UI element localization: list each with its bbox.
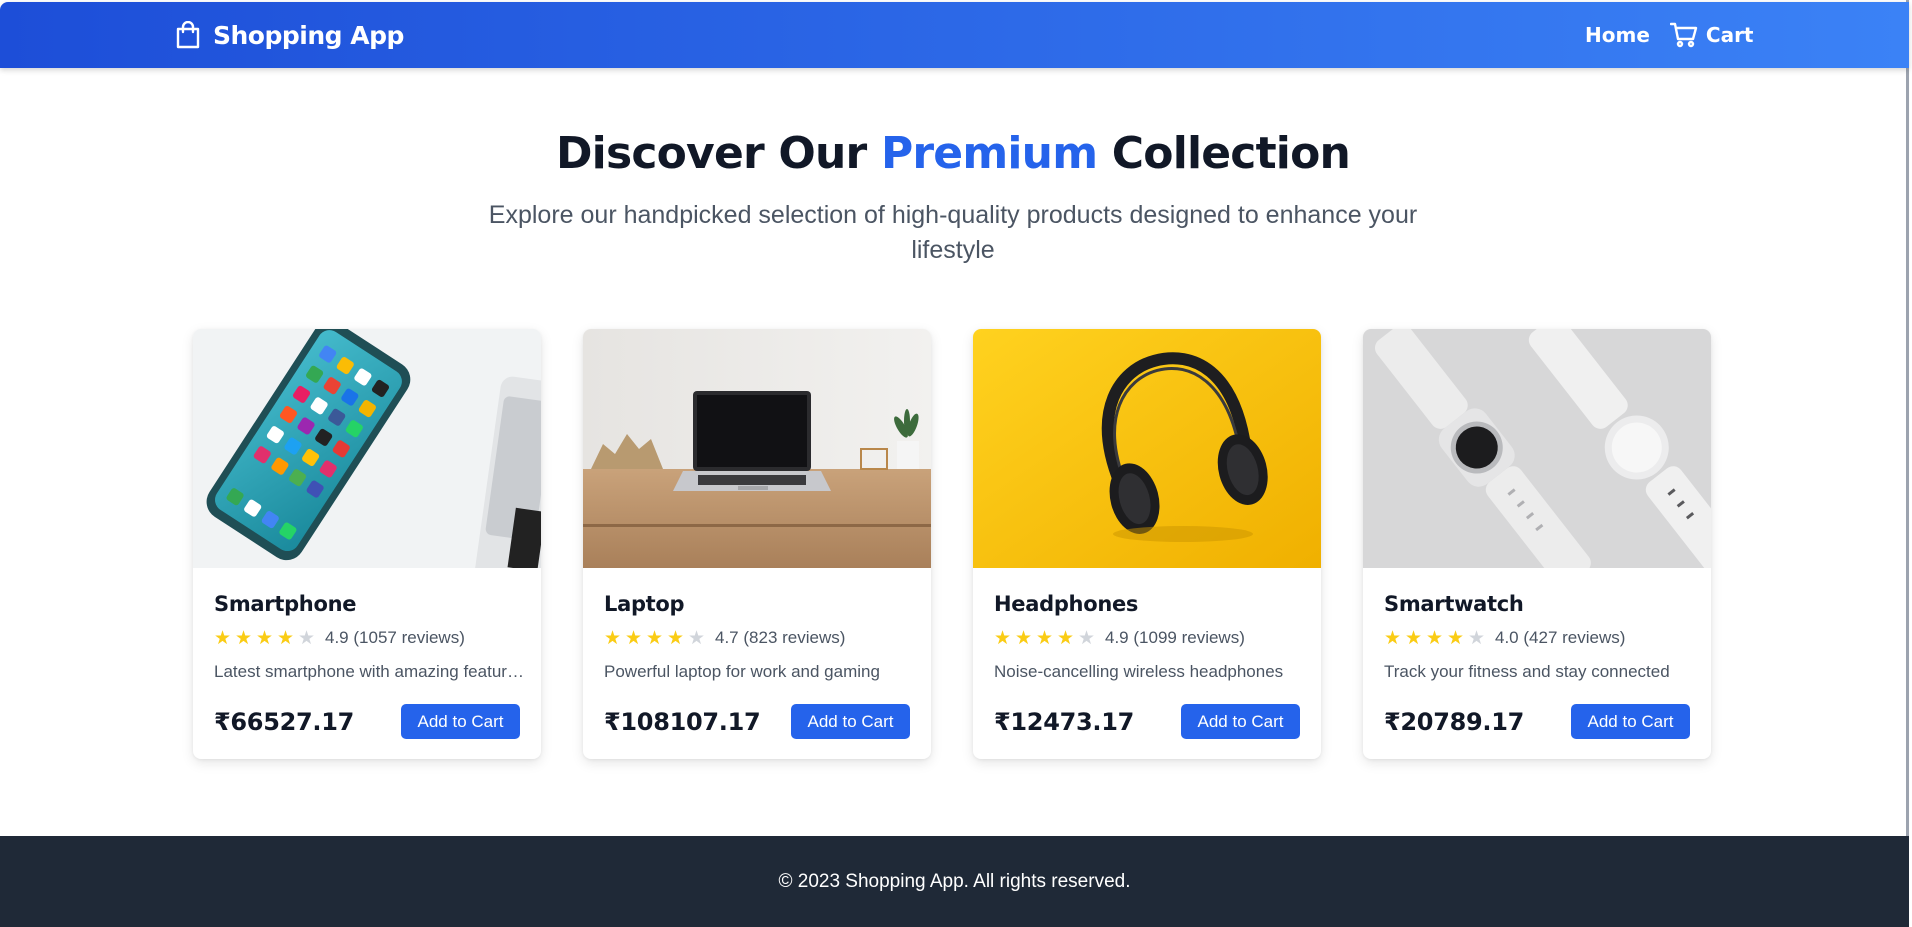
- card-footer: ₹108107.17 Add to Cart: [604, 704, 910, 739]
- product-description: Powerful laptop for work and gaming: [604, 662, 880, 681]
- product-price: ₹12473.17: [994, 707, 1135, 736]
- hero-title-after: Collection: [1097, 128, 1351, 179]
- star-icon: ★: [1057, 627, 1075, 649]
- rating-value: 4.0: [1495, 628, 1519, 647]
- star-icon: ★: [994, 627, 1012, 649]
- smartphone-photo: [193, 329, 541, 568]
- star-icon: ★: [604, 627, 622, 649]
- nav-cart-link[interactable]: Cart: [1669, 22, 1754, 48]
- add-to-cart-button[interactable]: Add to Cart: [1181, 704, 1300, 739]
- product-name: Smartphone: [214, 592, 357, 616]
- star-empty-icon: ★: [298, 627, 316, 649]
- rating-row: ★ ★ ★ ★ ★ 4.9 (1099 reviews): [994, 627, 1300, 649]
- rating-text: 4.7 (823 reviews): [715, 628, 845, 648]
- product-card-smartphone[interactable]: Smartphone ★ ★ ★ ★ ★ 4.9 (1057 reviews) …: [193, 329, 541, 759]
- product-card-headphones[interactable]: Headphones ★ ★ ★ ★ ★ 4.9 (1099 reviews) …: [973, 329, 1321, 759]
- star-icon: ★: [1405, 627, 1423, 649]
- product-name: Smartwatch: [1384, 592, 1524, 616]
- star-empty-icon: ★: [1468, 627, 1486, 649]
- review-count: (1057 reviews): [353, 628, 465, 647]
- rating-value: 4.7: [715, 628, 739, 647]
- card-body: Laptop ★ ★ ★ ★ ★ 4.7 (823 reviews) Power…: [583, 568, 931, 682]
- footer-copyright: © 2023 Shopping App. All rights reserved…: [778, 870, 1131, 892]
- star-icon: ★: [646, 627, 664, 649]
- review-count: (823 reviews): [743, 628, 846, 647]
- product-card-smartwatch[interactable]: Smartwatch ★ ★ ★ ★ ★ 4.0 (427 reviews) T…: [1363, 329, 1711, 759]
- star-icon: ★: [214, 627, 232, 649]
- rating-row: ★ ★ ★ ★ ★ 4.7 (823 reviews): [604, 627, 910, 649]
- star-icon: ★: [256, 627, 274, 649]
- brand-name: Shopping App: [213, 20, 404, 50]
- rating-value: 4.9: [325, 628, 349, 647]
- rating-row: ★ ★ ★ ★ ★ 4.0 (427 reviews): [1384, 627, 1690, 649]
- nav-cart-label: Cart: [1705, 23, 1754, 47]
- star-icon: ★: [1384, 627, 1402, 649]
- product-description: Track your fitness and stay connected: [1384, 662, 1670, 681]
- add-to-cart-button[interactable]: Add to Cart: [1571, 704, 1690, 739]
- add-to-cart-button[interactable]: Add to Cart: [791, 704, 910, 739]
- hero-title: Discover Our Premium Collection: [0, 128, 1906, 179]
- product-grid: Smartphone ★ ★ ★ ★ ★ 4.9 (1057 reviews) …: [193, 329, 1711, 759]
- review-count: (427 reviews): [1523, 628, 1626, 647]
- star-icon: ★: [1426, 627, 1444, 649]
- hero-title-before: Discover Our: [555, 128, 881, 179]
- star-icon: ★: [1036, 627, 1054, 649]
- brand-link[interactable]: Shopping App: [175, 2, 404, 68]
- star-icon: ★: [667, 627, 685, 649]
- product-description: Latest smartphone with amazing features: [214, 662, 524, 681]
- nav-home-link[interactable]: Home: [1585, 23, 1650, 47]
- product-name: Headphones: [994, 592, 1139, 616]
- card-footer: ₹20789.17 Add to Cart: [1384, 704, 1690, 739]
- add-to-cart-button[interactable]: Add to Cart: [401, 704, 520, 739]
- product-name: Laptop: [604, 592, 685, 616]
- card-body: Headphones ★ ★ ★ ★ ★ 4.9 (1099 reviews) …: [973, 568, 1321, 682]
- product-price: ₹20789.17: [1384, 707, 1525, 736]
- footer: © 2023 Shopping App. All rights reserved…: [0, 836, 1909, 927]
- rating-row: ★ ★ ★ ★ ★ 4.9 (1057 reviews): [214, 627, 520, 649]
- card-footer: ₹12473.17 Add to Cart: [994, 704, 1300, 739]
- shopping-bag-icon: [175, 21, 201, 49]
- product-price: ₹66527.17: [214, 707, 355, 736]
- smartwatch-photo: [1363, 329, 1711, 568]
- app-window: Shopping App Home Cart Discover Our Prem…: [0, 0, 1909, 927]
- hero-subtitle: Explore our handpicked selection of high…: [488, 201, 1418, 264]
- star-icon: ★: [625, 627, 643, 649]
- star-icon: ★: [277, 627, 295, 649]
- product-card-laptop[interactable]: Laptop ★ ★ ★ ★ ★ 4.7 (823 reviews) Power…: [583, 329, 931, 759]
- review-count: (1099 reviews): [1133, 628, 1245, 647]
- hero-title-accent: Premium: [880, 128, 1098, 179]
- star-empty-icon: ★: [1078, 627, 1096, 649]
- card-body: Smartphone ★ ★ ★ ★ ★ 4.9 (1057 reviews) …: [193, 568, 541, 682]
- rating-text: 4.9 (1057 reviews): [325, 628, 465, 648]
- card-body: Smartwatch ★ ★ ★ ★ ★ 4.0 (427 reviews) T…: [1363, 568, 1711, 682]
- laptop-photo: [583, 329, 931, 568]
- star-icon: ★: [1015, 627, 1033, 649]
- product-description: Noise-cancelling wireless headphones: [994, 662, 1284, 681]
- star-icon: ★: [235, 627, 253, 649]
- navbar: Shopping App Home Cart: [0, 2, 1909, 68]
- headphones-photo: [973, 329, 1321, 568]
- product-price: ₹108107.17: [604, 707, 761, 736]
- card-footer: ₹66527.17 Add to Cart: [214, 704, 520, 739]
- rating-text: 4.0 (427 reviews): [1495, 628, 1625, 648]
- rating-value: 4.9: [1105, 628, 1129, 647]
- shopping-cart-icon: [1669, 22, 1698, 48]
- star-icon: ★: [1447, 627, 1465, 649]
- rating-text: 4.9 (1099 reviews): [1105, 628, 1245, 648]
- star-empty-icon: ★: [688, 627, 706, 649]
- nav-links: Home Cart: [1585, 2, 1754, 68]
